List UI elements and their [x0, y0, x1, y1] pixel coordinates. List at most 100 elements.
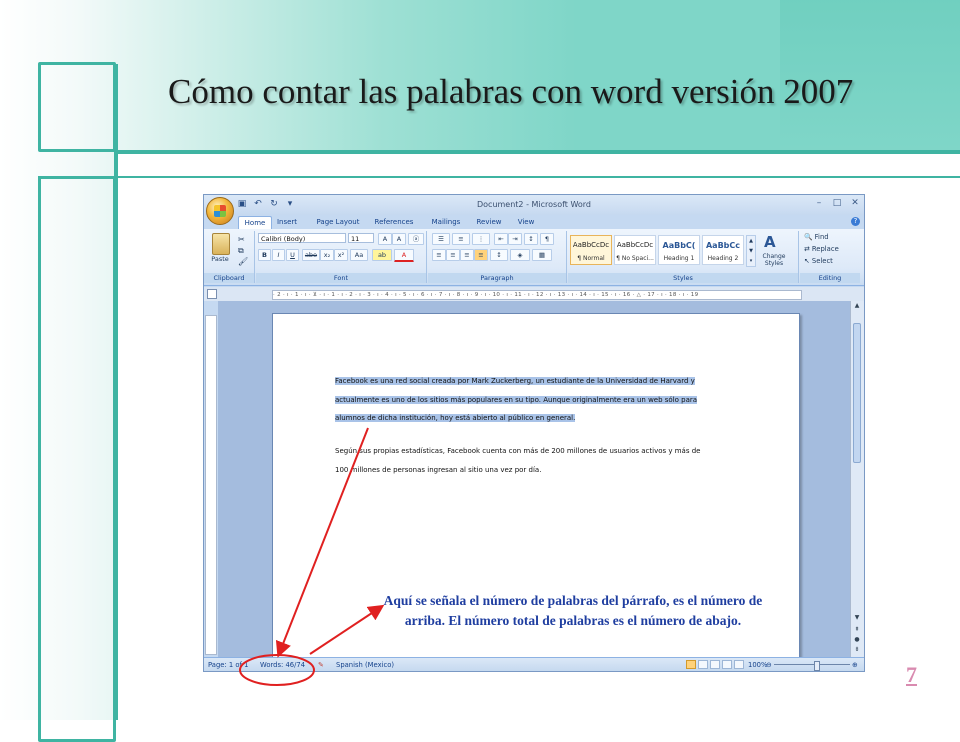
decrease-indent-button[interactable]: ⇤ [494, 233, 508, 245]
highlight-button[interactable]: ab [372, 249, 392, 261]
cut-icon[interactable]: ✂ [238, 235, 245, 244]
vertical-scrollbar[interactable]: ▲ ▼ ⇞ ● ⇟ [850, 301, 864, 657]
style-name: ¶ Normal [577, 255, 605, 262]
justify-button[interactable]: ≡ [474, 249, 488, 261]
status-bar: Page: 1 of 1 Words: 46/74 ✎ Spanish (Mex… [204, 657, 864, 671]
zoom-in-icon[interactable]: ⊕ [852, 658, 858, 671]
group-label-clipboard: Clipboard [204, 273, 254, 283]
language-indicator[interactable]: Spanish (Mexico) [336, 658, 394, 671]
show-marks-button[interactable]: ¶ [540, 233, 554, 245]
shrink-font-button[interactable]: A [392, 233, 406, 245]
tab-insert[interactable]: Insert [272, 216, 302, 229]
paragraph[interactable]: Según sus propias estadísticas, Facebook… [335, 442, 739, 479]
select-button[interactable]: ↖ Select [804, 257, 833, 265]
tab-view[interactable]: View [512, 216, 540, 229]
scroll-thumb[interactable] [853, 323, 861, 463]
select-icon: ↖ [804, 257, 810, 265]
bold-button[interactable]: B [258, 249, 271, 261]
horizontal-ruler: · 2 · ı · 1 · ı · ⊻ · ı · 1 · ı · 2 · ı … [204, 287, 864, 301]
style-heading-1[interactable]: AaBbC( Heading 1 [658, 235, 700, 265]
word-count[interactable]: Words: 46/74 [260, 658, 305, 671]
help-icon[interactable]: ? [851, 217, 860, 226]
web-layout-view-icon[interactable] [710, 660, 720, 669]
group-font: Calibri (Body) 11 A A ⓐ B I U abe x₂ x² … [256, 231, 427, 283]
scroll-down-icon[interactable]: ▼ [852, 613, 862, 622]
minimize-icon[interactable]: – [814, 198, 824, 208]
paragraph-selected[interactable]: Facebook es una red social creada por Ma… [335, 372, 739, 428]
copy-icon[interactable]: ⧉ [238, 246, 244, 256]
italic-button[interactable]: I [272, 249, 285, 261]
style-heading-2[interactable]: AaBbCc Heading 2 [702, 235, 744, 265]
outline-view-icon[interactable] [722, 660, 732, 669]
tab-home[interactable]: Home [238, 216, 272, 230]
style-name: ¶ No Spaci... [616, 255, 654, 262]
full-screen-view-icon[interactable] [698, 660, 708, 669]
print-layout-view-icon[interactable] [686, 660, 696, 669]
scroll-up-icon[interactable]: ▲ [852, 301, 862, 310]
paste-button[interactable]: Paste [206, 255, 234, 263]
style-no-spacing[interactable]: AaBbCcDc ¶ No Spaci... [614, 235, 656, 265]
page-indicator[interactable]: Page: 1 of 1 [208, 658, 248, 671]
find-label: Find [814, 233, 829, 241]
numbering-button[interactable]: ≡ [452, 233, 470, 245]
paste-icon[interactable] [212, 233, 230, 255]
align-right-button[interactable]: ≡ [460, 249, 474, 261]
underline-button[interactable]: U [286, 249, 299, 261]
clear-format-button[interactable]: ⓐ [408, 233, 424, 245]
font-name-select[interactable]: Calibri (Body) [258, 233, 346, 243]
tab-page-layout[interactable]: Page Layout [312, 216, 364, 229]
ruler-scale[interactable]: · 2 · ı · 1 · ı · ⊻ · ı · 1 · ı · 2 · ı … [272, 290, 802, 300]
group-paragraph: ☰ ≡ ⋮ ⇤ ⇥ ↕ ¶ ≡ ≡ ≡ ≡ ↕ ◈ ▦ Paragraph [428, 231, 567, 283]
browse-object-icon[interactable]: ● [852, 635, 862, 644]
group-styles: AaBbCcDc ¶ Normal AaBbCcDc ¶ No Spaci...… [568, 231, 799, 283]
group-label-font: Font [256, 273, 426, 283]
line-spacing-button[interactable]: ↕ [490, 249, 508, 261]
proofing-icon[interactable]: ✎ [318, 658, 324, 671]
find-button[interactable]: 🔍 Find [804, 233, 829, 241]
draft-view-icon[interactable] [734, 660, 744, 669]
sort-button[interactable]: ↕ [524, 233, 538, 245]
style-sample: AaBbCcDc [572, 241, 610, 249]
zoom-out-icon[interactable]: ⊖ [766, 658, 772, 671]
font-color-button[interactable]: A [394, 249, 414, 262]
zoom-slider-handle[interactable] [814, 661, 820, 671]
ribbon: Paste ✂ ⧉ 🖌 Clipboard Calibri (Body) 11 … [204, 229, 864, 286]
tab-review[interactable]: Review [472, 216, 506, 229]
tab-mailings[interactable]: Mailings [426, 216, 466, 229]
multilevel-list-button[interactable]: ⋮ [472, 233, 490, 245]
frame-line-horizontal-thin [38, 176, 960, 178]
style-name: Heading 2 [707, 255, 739, 262]
page-number[interactable]: 7 [906, 662, 936, 692]
format-painter-icon[interactable]: 🖌 [238, 257, 248, 266]
borders-button[interactable]: ▦ [532, 249, 552, 261]
change-case-button[interactable]: Aa [350, 249, 368, 261]
zoom-level[interactable]: 100% [748, 658, 767, 671]
change-styles-button[interactable]: Change Styles [756, 253, 792, 267]
find-icon: 🔍 [804, 233, 813, 241]
increase-indent-button[interactable]: ⇥ [508, 233, 522, 245]
replace-button[interactable]: ⇄ Replace [804, 245, 839, 253]
bullets-button[interactable]: ☰ [432, 233, 450, 245]
strikethrough-button[interactable]: abe [302, 249, 320, 261]
font-size-select[interactable]: 11 [348, 233, 374, 243]
office-button[interactable] [206, 197, 234, 225]
style-normal[interactable]: AaBbCcDc ¶ Normal [570, 235, 612, 265]
align-left-button[interactable]: ≡ [432, 249, 446, 261]
close-icon[interactable]: ✕ [850, 198, 860, 208]
superscript-button[interactable]: x² [334, 249, 348, 261]
align-center-button[interactable]: ≡ [446, 249, 460, 261]
previous-page-icon[interactable]: ⇞ [852, 625, 862, 634]
zoom-slider[interactable] [774, 664, 850, 665]
next-page-icon[interactable]: ⇟ [852, 645, 862, 654]
change-styles-icon[interactable]: A [764, 233, 776, 251]
tab-references[interactable]: References [370, 216, 418, 229]
grow-font-button[interactable]: A [378, 233, 392, 245]
tab-selector-icon[interactable] [207, 289, 217, 299]
shading-button[interactable]: ◈ [510, 249, 530, 261]
replace-icon: ⇄ [804, 245, 810, 253]
style-name: Heading 1 [663, 255, 695, 262]
styles-scroll-icon[interactable]: ▲ ▼ ▾ [746, 235, 756, 267]
maximize-icon[interactable]: □ [832, 198, 842, 208]
group-label-styles: Styles [568, 273, 798, 283]
subscript-button[interactable]: x₂ [320, 249, 334, 261]
